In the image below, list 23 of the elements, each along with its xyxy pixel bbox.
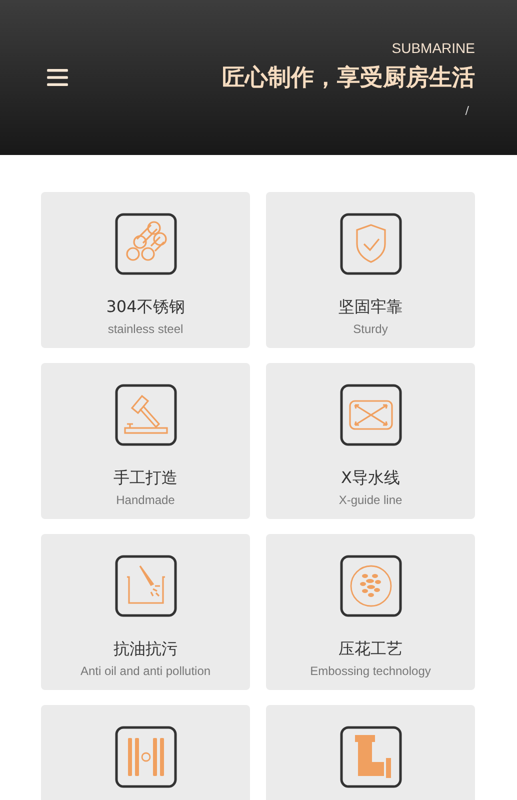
feature-title: X导水线 — [341, 468, 400, 489]
brand-name: SUBMARINE — [392, 40, 475, 56]
shield-check-icon — [340, 213, 402, 275]
separator-text: / — [465, 104, 470, 117]
feature-subtitle: Sturdy — [353, 322, 388, 336]
slogan: 匠心制作，享受厨房生活 — [222, 64, 475, 93]
feature-subtitle: Anti oil and anti pollution — [80, 664, 211, 678]
feature-subtitle: stainless steel — [108, 322, 184, 336]
feature-title: 压花工艺 — [338, 639, 402, 660]
feature-title: 304不锈钢 — [106, 297, 185, 318]
feature-subtitle: X-guide line — [338, 493, 402, 507]
pipes-icon — [114, 213, 176, 275]
feature-title: 手工打造 — [114, 468, 178, 489]
cross-arrows-icon — [340, 384, 402, 446]
hammer-icon — [114, 384, 176, 446]
menu-icon[interactable] — [47, 68, 68, 87]
feature-subtitle: Embossing technology — [310, 664, 431, 678]
spray-basin-icon — [114, 555, 176, 617]
embossed-dots-icon — [340, 555, 402, 617]
elbow-pipe-icon — [340, 726, 402, 788]
feature-title: 坚固牢靠 — [338, 297, 402, 318]
feature-title: 抗油抗污 — [114, 639, 178, 660]
feature-subtitle: Handmade — [116, 493, 175, 507]
